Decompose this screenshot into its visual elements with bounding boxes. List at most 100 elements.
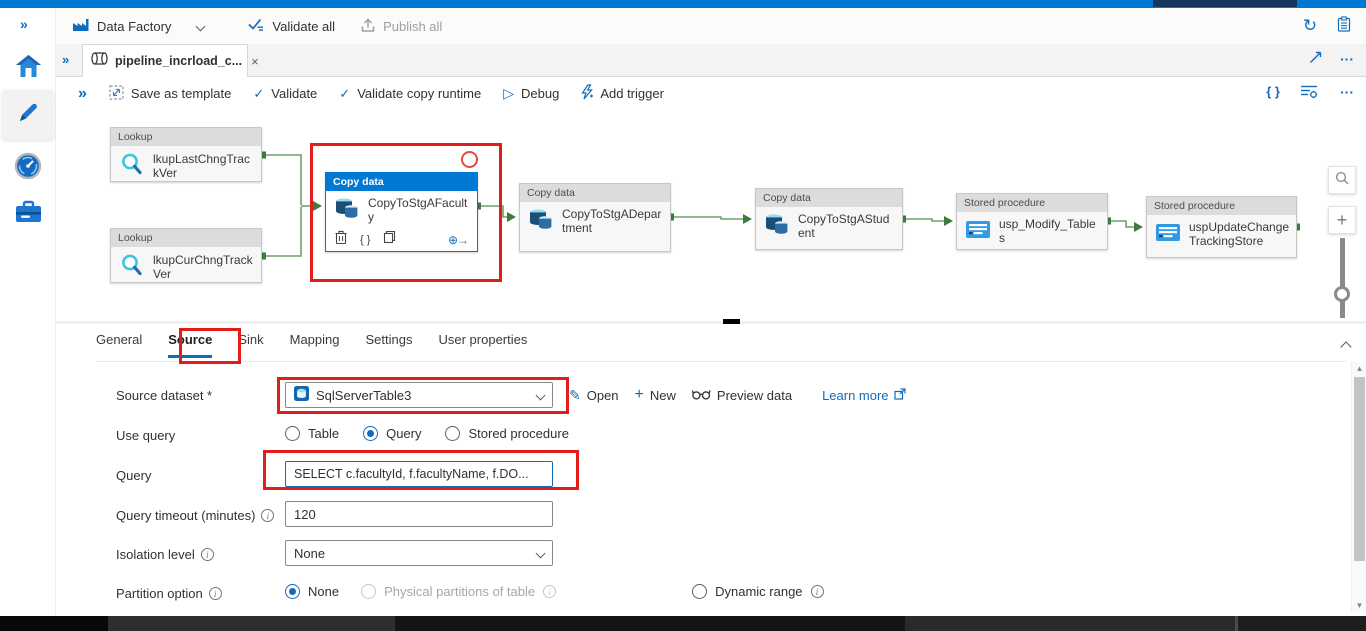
tab-general[interactable]: General [96,332,142,355]
stored-procedure-icon [966,220,990,243]
query-value: SELECT c.facultyId, f.facultyName, f.DO.… [294,467,529,481]
debug-button[interactable]: ▷ Debug [503,85,559,102]
partition-dynamic-radio[interactable]: Dynamic range i [692,584,824,599]
canvas-search-button[interactable] [1328,166,1356,194]
learn-more-link[interactable]: Learn more [822,388,906,403]
toolbar-expand-chevrons-icon[interactable]: » [78,85,87,103]
validate-copy-runtime-button[interactable]: ✓ Validate copy runtime [339,86,481,102]
validate-button[interactable]: ✓ Validate [253,86,317,102]
debug-label: Debug [521,86,560,101]
query-input[interactable]: SELECT c.facultyId, f.facultyName, f.DO.… [285,461,553,487]
validate-all-button[interactable]: Validate all [248,18,335,34]
collapse-panel-button[interactable] [1340,338,1352,356]
sql-dataset-icon [294,386,309,404]
toolbar-overflow-button[interactable]: ··· [1340,84,1354,100]
partition-none-label: None [308,584,340,599]
activity-code-icon[interactable]: { } [360,234,370,246]
pipeline-canvas[interactable]: Lookup lkupLastChngTrackVer Lookup lkupC… [56,110,1366,321]
add-trigger-button[interactable]: Add trigger [581,84,664,103]
panel-scrollbar[interactable]: ▲ ▼ [1351,362,1366,612]
activity-lookup-cur[interactable]: Lookup lkupCurChngTrackVer [110,228,262,283]
tabbar-expand-chevrons-icon[interactable]: » [62,52,69,67]
pipeline-icon [91,52,108,70]
query-timeout-input[interactable]: 120 [285,501,553,527]
activity-sp-modify-tables[interactable]: Stored procedure usp_Modify_Tables [956,193,1108,250]
use-query-sp-radio[interactable]: Stored procedure [445,426,569,441]
toolbox-icon [15,200,42,228]
canvas-zoom-slider-handle[interactable] [1334,286,1350,302]
discard-icon [1337,15,1351,37]
lightning-icon [581,84,594,103]
sidebar-expand-chevrons-icon[interactable]: » [20,16,28,32]
tab-mapping[interactable]: Mapping [290,332,340,355]
scroll-down-arrow[interactable]: ▼ [1352,601,1366,610]
source-dataset-select[interactable]: SqlServerTable3 [285,382,553,408]
refresh-button[interactable]: ↻ [1298,14,1322,38]
new-dataset-button[interactable]: + New [635,386,676,404]
activity-lookup-last[interactable]: Lookup lkupLastChngTrackVer [110,127,262,182]
pipeline-settings-button[interactable] [1300,84,1318,102]
add-output-icon[interactable]: ⊕→ [448,233,469,247]
nav-author-button[interactable] [2,90,54,140]
partition-none-radio[interactable]: None [285,584,339,599]
tab-source[interactable]: Source [168,332,213,358]
braces-icon: { } [1266,84,1280,99]
save-as-template-button[interactable]: Save as template [109,84,231,103]
use-query-query-radio[interactable]: Query [363,426,421,441]
partition-option-label: Partition option i [116,586,222,601]
activity-copy-department[interactable]: Copy data CopyToStgADepartment [519,183,671,252]
code-view-button[interactable]: { } [1266,84,1280,99]
chevron-up-icon [1340,341,1352,353]
expand-editor-button[interactable] [1309,51,1322,69]
tab-user-properties[interactable]: User properties [438,332,527,355]
data-factory-switcher[interactable]: Data Factory [72,18,206,35]
clone-activity-icon[interactable] [383,230,396,249]
activity-name: CopyToStgAStudent [798,212,890,240]
publish-all-button[interactable]: Publish all [361,17,442,35]
template-icon [109,84,124,103]
os-taskbar-sliver [0,616,1366,631]
tab-close-icon[interactable]: × [251,54,259,69]
activity-copy-student[interactable]: Copy data CopyToStgAStudent [755,188,903,250]
use-query-table-radio[interactable]: Table [285,426,339,441]
info-icon: i [200,548,214,561]
query-option-label: Query [386,426,422,441]
nav-monitor-button[interactable] [0,146,56,190]
validate-all-icon [248,18,264,34]
tab-sink[interactable]: Sink [238,332,263,355]
activity-sp-update-changetrack[interactable]: Stored procedure uspUpdateChangeTracking… [1146,196,1297,258]
activity-name: lkupLastChngTrackVer [153,151,250,180]
preview-data-button[interactable]: Preview data [691,388,792,403]
expand-diagonal-icon [1309,51,1322,68]
delete-activity-icon[interactable] [335,230,347,249]
query-timeout-label: Query timeout (minutes) i [116,508,275,523]
canvas-zoom-slider-track[interactable] [1340,238,1345,318]
partition-option-text: Partition option [116,586,203,601]
partition-physical-radio[interactable]: Physical partitions of table i [361,584,557,599]
table-option-label: Table [308,426,340,441]
tab-settings[interactable]: Settings [366,332,413,355]
validate-all-label: Validate all [272,18,336,34]
open-dataset-button[interactable]: ✎ Open [569,387,619,404]
canvas-zoom-in-button[interactable]: + [1328,206,1356,234]
copy-data-icon [335,197,359,225]
ellipsis-icon: ··· [1340,84,1354,100]
refresh-icon: ↻ [1302,16,1318,35]
activity-copy-faculty[interactable]: Copy data CopyToStgAFaculty { } ⊕→ [325,172,478,252]
scrollbar-thumb[interactable] [1354,377,1365,561]
plus-icon: + [1336,209,1348,230]
discard-all-button[interactable] [1332,14,1356,38]
tab-overflow-button[interactable]: ··· [1340,51,1354,67]
isolation-level-value: None [294,545,326,561]
chevron-down-icon [535,548,546,558]
validate-copy-runtime-label: Validate copy runtime [357,86,482,101]
tab-pipeline-incrload[interactable]: pipeline_incrload_c... × [82,44,259,77]
nav-home-button[interactable] [0,46,56,90]
adf-studio-window: » Data Factory Validate all Publish all … [0,0,1366,631]
nav-manage-button[interactable] [0,192,56,236]
list-gear-icon [1300,85,1318,102]
isolation-level-select[interactable]: None [285,540,553,566]
radio-disabled-icon [361,584,377,599]
scroll-up-arrow[interactable]: ▲ [1352,364,1366,373]
chevron-down-icon [195,21,206,31]
